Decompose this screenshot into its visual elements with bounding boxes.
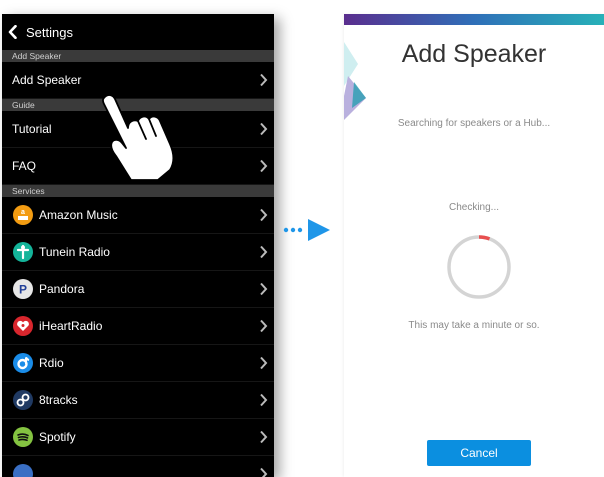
cancel-button[interactable]: Cancel — [427, 440, 531, 466]
service-label: Tunein Radio — [39, 245, 110, 259]
service-label: Spotify — [39, 430, 76, 444]
chevron-right-icon — [260, 245, 268, 259]
chevron-right-icon — [260, 430, 268, 444]
chevron-right-icon — [260, 467, 268, 477]
service-label: Pandora — [39, 282, 85, 296]
chevron-right-icon — [260, 208, 268, 222]
service-icon — [13, 464, 33, 477]
transition-arrow-icon — [283, 219, 330, 241]
chevron-right-icon — [260, 319, 268, 333]
settings-top-bar: Settings — [2, 14, 274, 50]
chevron-right-icon — [260, 73, 268, 87]
service-row-iheartradio[interactable]: iHeartRadio — [2, 308, 274, 345]
chevron-right-icon — [260, 122, 268, 136]
service-row-amazon-music[interactable]: a Amazon Music — [2, 197, 274, 234]
row-label: FAQ — [12, 159, 37, 173]
chevron-right-icon — [260, 393, 268, 407]
section-header-add-speaker: Add Speaker — [2, 50, 274, 62]
searching-status-text: Searching for speakers or a Hub... — [397, 118, 551, 129]
checking-status-text: Checking... — [448, 202, 500, 213]
service-label: iHeartRadio — [39, 319, 103, 333]
service-row-rdio[interactable]: Rdio — [2, 345, 274, 382]
back-button[interactable]: Settings — [26, 25, 73, 40]
service-label: Rdio — [39, 356, 64, 370]
section-header-services: Services — [2, 185, 274, 197]
page-title: Add Speaker — [401, 40, 547, 68]
8tracks-icon — [13, 390, 33, 410]
wait-note-text: This may take a minute or so. — [408, 320, 540, 331]
settings-screen: Settings Add Speaker Add Speaker Guide T… — [2, 14, 274, 477]
chevron-right-icon — [260, 282, 268, 296]
row-add-speaker[interactable]: Add Speaker — [2, 62, 274, 99]
spotify-icon — [13, 427, 33, 447]
back-chevron-icon[interactable] — [8, 25, 26, 39]
service-row-8tracks[interactable]: 8tracks — [2, 382, 274, 419]
loading-spinner-icon — [447, 235, 511, 299]
pandora-icon: P — [13, 279, 33, 299]
svg-text:a: a — [21, 209, 25, 216]
iheartradio-icon — [13, 316, 33, 336]
service-row-partial[interactable] — [2, 456, 274, 477]
row-label: Tutorial — [12, 122, 52, 136]
tunein-radio-icon — [13, 242, 33, 262]
add-speaker-screen: Add Speaker Searching for speakers or a … — [344, 14, 604, 477]
brand-gradient-bar — [344, 14, 604, 25]
chevron-right-icon — [260, 159, 268, 173]
chevron-right-icon — [260, 356, 268, 370]
rdio-icon — [13, 353, 33, 373]
amazon-music-icon: a — [13, 205, 33, 225]
service-row-tunein-radio[interactable]: Tunein Radio — [2, 234, 274, 271]
service-label: Amazon Music — [39, 208, 118, 222]
section-header-guide: Guide — [2, 99, 274, 111]
service-row-pandora[interactable]: P Pandora — [2, 271, 274, 308]
row-label: Add Speaker — [12, 73, 82, 87]
svg-text:P: P — [19, 283, 27, 297]
row-tutorial[interactable]: Tutorial — [2, 111, 274, 148]
service-label: 8tracks — [39, 393, 78, 407]
service-row-spotify[interactable]: Spotify — [2, 419, 274, 456]
row-faq[interactable]: FAQ — [2, 148, 274, 185]
